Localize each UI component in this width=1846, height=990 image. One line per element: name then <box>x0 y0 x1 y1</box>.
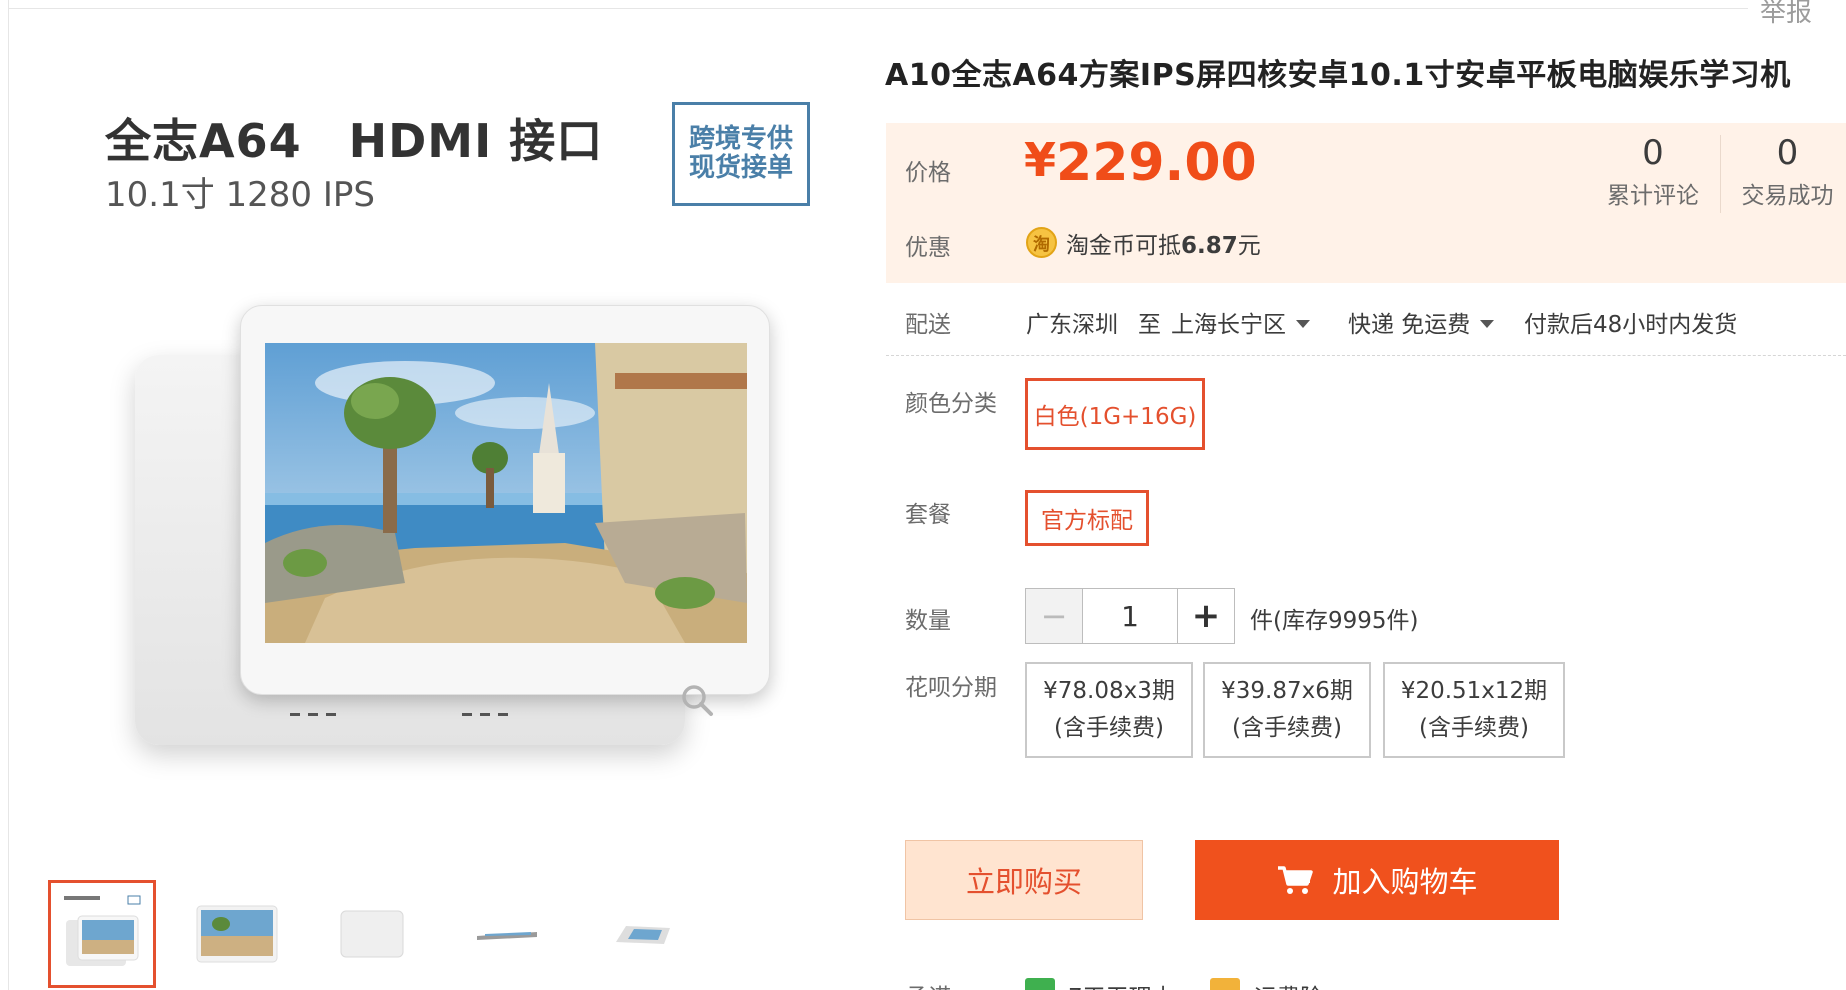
add-to-cart-label: 加入购物车 <box>1332 865 1478 899</box>
promo-amount: 6.87 <box>1181 233 1238 259</box>
shipping-method-value: 快递 免运费 <box>1348 312 1471 338</box>
transaction-count-label: 交易成功 <box>1741 183 1834 210</box>
page-frame-left <box>8 0 9 990</box>
image-headline: 全志A64 HDMI 接口 <box>105 114 604 168</box>
seven-day-return-text[interactable]: 7天无理由 <box>1068 978 1175 990</box>
price-amount: 229.00 <box>1056 133 1257 193</box>
thumbnail-image-2 <box>196 905 278 963</box>
thumbnail-image-5 <box>616 926 670 944</box>
report-link[interactable]: 举报 <box>1760 0 1812 29</box>
installment-option-3[interactable]: ¥78.08x3期 (含手续费) <box>1025 662 1193 758</box>
price-label: 价格 <box>905 160 951 186</box>
sku-package-standard[interactable]: 官方标配 <box>1025 490 1149 546</box>
thumbnail-3[interactable] <box>318 880 426 988</box>
speaker-grille-left <box>290 713 338 716</box>
thumbnail-1[interactable] <box>48 880 156 988</box>
seven-day-return-icon <box>1025 978 1055 990</box>
delivery-row: 配送 广东深圳 至 上海长宁区 快递 免运费 付款后48小时内发货 <box>886 290 1846 356</box>
price-value: ¥229.00 <box>1024 133 1257 193</box>
shipping-method-selector[interactable]: 快递 免运费 <box>1348 305 1495 339</box>
coastal-town-scene <box>265 343 747 643</box>
promo-label: 优惠 <box>905 235 951 261</box>
dispatch-time: 付款后48小时内发货 <box>1524 312 1738 338</box>
ship-to-value: 上海长宁区 <box>1171 312 1286 338</box>
installment-label: 花呗分期 <box>905 675 997 701</box>
installment-amount: ¥78.08x3期 <box>1043 678 1175 705</box>
thumbnail-image-4 <box>477 932 537 940</box>
promo-text-suffix: 元 <box>1237 233 1261 259</box>
thumbnail-strip <box>48 880 848 990</box>
quantity-input[interactable]: 1 <box>1082 588 1178 644</box>
package-option-label: 套餐 <box>905 502 951 528</box>
review-count: 0 <box>1642 133 1664 173</box>
review-count-label: 累计评论 <box>1607 183 1699 210</box>
thumbnail-image-1 <box>58 890 146 978</box>
thumbnail-2[interactable] <box>183 880 291 988</box>
sales-stats: 0 累计评论 0 交易成功 <box>1586 133 1846 213</box>
tablet-screen-scene <box>265 343 747 643</box>
promo-text-prefix: 淘金币可抵 <box>1066 233 1181 259</box>
stamp-line-2: 现货接单 <box>688 153 793 183</box>
installment-option-6[interactable]: ¥39.87x6期 (含手续费) <box>1203 662 1371 758</box>
installment-fee: (含手续费) <box>1419 715 1529 741</box>
cross-border-stamp: 跨境专供 现货接单 <box>672 102 810 206</box>
cart-icon <box>1278 866 1314 894</box>
quantity-label: 数量 <box>905 608 951 634</box>
thumbnail-5[interactable] <box>588 880 696 988</box>
thumbnail-image-3 <box>340 910 404 958</box>
stock-info: 件(库存9995件) <box>1250 608 1419 634</box>
sku-color-white[interactable]: 白色(1G+16G) <box>1025 378 1205 450</box>
price-panel: 价格 ¥229.00 0 累计评论 0 交易成功 优惠 淘 淘金币可抵6.87元 <box>886 123 1846 283</box>
promise-label: 承诺 <box>905 978 951 990</box>
review-count-stat[interactable]: 0 累计评论 <box>1586 133 1720 213</box>
speaker-grille-right <box>462 713 510 716</box>
stamp-line-1: 跨境专供 <box>688 124 793 155</box>
taobao-coin-icon: 淘 <box>1026 227 1057 258</box>
tablet-front-illustration <box>240 305 770 695</box>
transaction-count-stat[interactable]: 0 交易成功 <box>1720 133 1846 213</box>
page-frame-top <box>8 8 1748 9</box>
ship-from: 广东深圳 <box>1026 312 1118 338</box>
zoom-icon[interactable] <box>680 683 714 717</box>
ship-to-selector[interactable]: 上海长宁区 <box>1171 305 1310 339</box>
color-option-label: 颜色分类 <box>905 391 997 417</box>
thumbnail-4[interactable] <box>453 880 561 988</box>
installment-option-12[interactable]: ¥20.51x12期 (含手续费) <box>1383 662 1565 758</box>
shipping-insurance-icon <box>1210 978 1240 990</box>
chevron-down-icon <box>1480 320 1495 328</box>
image-subheadline: 10.1寸 1280 IPS <box>105 175 375 215</box>
transaction-count: 0 <box>1776 133 1799 173</box>
installment-fee: (含手续费) <box>1232 715 1342 741</box>
shipping-insurance-text[interactable]: 运费险 <box>1254 978 1323 990</box>
delivery-label: 配送 <box>905 312 951 338</box>
main-product-image[interactable]: 全志A64 HDMI 接口 10.1寸 1280 IPS 跨境专供 现货接单 <box>50 85 850 785</box>
chevron-down-icon <box>1296 320 1310 328</box>
product-title: A10全志A64方案IPS屏四核安卓10.1寸安卓平板电脑娱乐学习机 <box>885 58 1791 93</box>
quantity-increase-button[interactable]: + <box>1177 588 1235 644</box>
installment-amount: ¥39.87x6期 <box>1221 678 1353 705</box>
currency-symbol: ¥ <box>1024 133 1057 187</box>
promo-text: 淘金币可抵6.87元 <box>1066 226 1261 260</box>
installment-fee: (含手续费) <box>1054 715 1164 741</box>
installment-amount: ¥20.51x12期 <box>1400 678 1548 705</box>
add-to-cart-button[interactable]: 加入购物车 <box>1195 840 1559 920</box>
buy-now-button[interactable]: 立即购买 <box>905 840 1143 920</box>
ship-to-word: 至 <box>1138 312 1161 338</box>
quantity-decrease-button[interactable]: − <box>1025 588 1083 644</box>
